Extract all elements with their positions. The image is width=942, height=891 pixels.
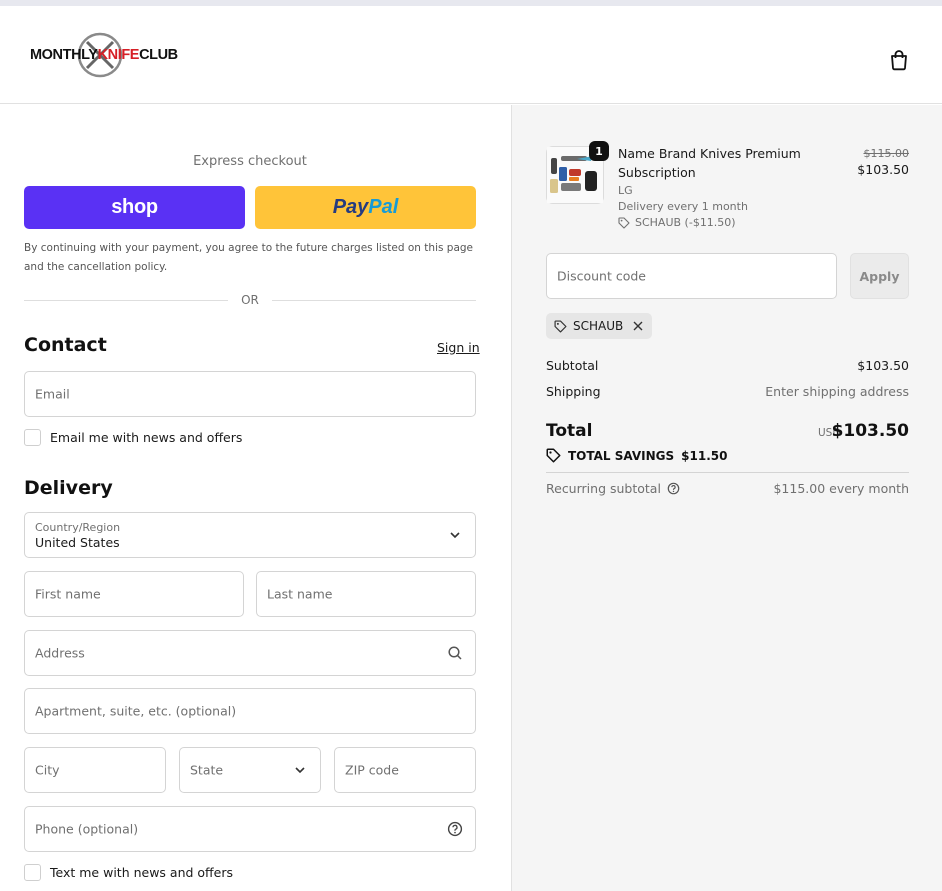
last-name-placeholder: Last name	[267, 586, 333, 602]
shipping-label: Shipping	[546, 384, 601, 399]
shopping-bag-icon[interactable]	[888, 49, 910, 71]
phone-placeholder: Phone (optional)	[35, 821, 139, 837]
paypal-button[interactable]: Pay Pal	[255, 186, 476, 229]
discount-code-field[interactable]: Discount code	[546, 253, 837, 299]
contact-heading: Contact	[24, 334, 107, 356]
quantity-badge: 1	[589, 141, 609, 161]
zip-code-field[interactable]: ZIP code	[334, 747, 476, 793]
logo-part-knife: KNIFE	[97, 47, 140, 63]
country-select[interactable]: Country/Region United States	[24, 512, 476, 558]
sign-in-link[interactable]: Sign in	[437, 340, 480, 355]
recurring-subtotal-value: $115.00 every month	[773, 481, 909, 496]
tag-icon	[546, 448, 561, 463]
apply-discount-button[interactable]: Apply	[850, 253, 909, 299]
last-name-field[interactable]: Last name	[256, 571, 476, 617]
product-name: Name Brand Knives Premium Subscription	[618, 146, 801, 180]
email-opt-in-label: Email me with news and offers	[50, 430, 243, 445]
help-circle-icon[interactable]	[667, 482, 680, 495]
or-divider-left	[24, 300, 228, 301]
first-name-field[interactable]: First name	[24, 571, 244, 617]
country-label: Country/Region	[35, 521, 121, 534]
recurring-subtotal: Recurring subtotal	[546, 481, 680, 496]
applied-discount-chip: SCHAUB	[546, 313, 653, 339]
help-circle-icon[interactable]	[447, 821, 463, 837]
subtotal-label: Subtotal	[546, 358, 599, 373]
state-placeholder: State	[190, 762, 224, 778]
city-placeholder: City	[35, 762, 60, 778]
paypal-wordmark-pal: Pal	[368, 196, 399, 218]
express-checkout-label: Express checkout	[193, 154, 307, 169]
product-discount: SCHAUB (-$11.50)	[618, 216, 736, 229]
total-savings-value: $11.50	[681, 448, 728, 463]
or-divider-right	[272, 300, 476, 301]
sms-opt-in-row[interactable]: Text me with news and offers	[24, 864, 233, 881]
discount-code-placeholder: Discount code	[557, 268, 646, 284]
first-name-placeholder: First name	[35, 586, 101, 602]
discounted-price: $103.50	[857, 162, 909, 177]
email-placeholder: Email	[35, 386, 70, 402]
chevron-down-icon	[450, 532, 460, 539]
product-discount-text: SCHAUB (-$11.50)	[635, 216, 736, 229]
address-field[interactable]: Address	[24, 630, 476, 676]
recurring-subtotal-label: Recurring subtotal	[546, 481, 661, 496]
email-opt-in-row[interactable]: Email me with news and offers	[24, 429, 242, 446]
logo-part-club: CLUB	[139, 47, 178, 63]
delivery-heading: Delivery	[24, 477, 113, 499]
apartment-placeholder: Apartment, suite, etc. (optional)	[35, 703, 237, 719]
applied-discount-code: SCHAUB	[573, 319, 624, 333]
email-field[interactable]: Email	[24, 371, 476, 417]
total-value: $103.50	[831, 421, 909, 441]
total-label: Total	[546, 421, 593, 441]
tag-icon	[618, 216, 630, 229]
summary-divider	[546, 472, 909, 473]
logo-part-monthly: MONTHLY	[30, 47, 98, 63]
delivery-frequency: Delivery every 1 month	[618, 200, 748, 213]
site-header: MONTHLYKNIFECLUB	[0, 6, 942, 104]
phone-field[interactable]: Phone (optional)	[24, 806, 476, 852]
state-select[interactable]: State	[179, 747, 321, 793]
original-price: $115.00	[863, 147, 910, 160]
paypal-wordmark-pay: Pay	[332, 196, 369, 218]
subtotal-value: $103.50	[857, 358, 909, 373]
logo-wordmark: MONTHLYKNIFECLUB	[30, 47, 178, 63]
total-savings-label: TOTAL SAVINGS	[568, 448, 675, 463]
address-placeholder: Address	[35, 645, 85, 661]
payment-consent-text: By continuing with your payment, you agr…	[24, 242, 474, 273]
search-icon[interactable]	[447, 645, 463, 661]
sms-opt-in-checkbox[interactable]	[24, 864, 41, 881]
or-divider-text: OR	[241, 293, 259, 307]
city-field[interactable]: City	[24, 747, 166, 793]
tag-icon	[554, 319, 567, 333]
shipping-value: Enter shipping address	[765, 384, 909, 399]
product-variant: LG	[618, 184, 633, 197]
total-savings: TOTAL SAVINGS $11.50	[546, 448, 727, 463]
country-value: United States	[35, 535, 120, 550]
close-icon[interactable]	[632, 320, 644, 332]
email-opt-in-checkbox[interactable]	[24, 429, 41, 446]
shop-pay-button[interactable]: shop	[24, 186, 245, 229]
site-logo[interactable]: MONTHLYKNIFECLUB	[30, 32, 180, 82]
chevron-down-icon	[295, 767, 305, 774]
apartment-field[interactable]: Apartment, suite, etc. (optional)	[24, 688, 476, 734]
zip-code-placeholder: ZIP code	[345, 762, 399, 778]
sms-opt-in-label: Text me with news and offers	[50, 865, 234, 880]
